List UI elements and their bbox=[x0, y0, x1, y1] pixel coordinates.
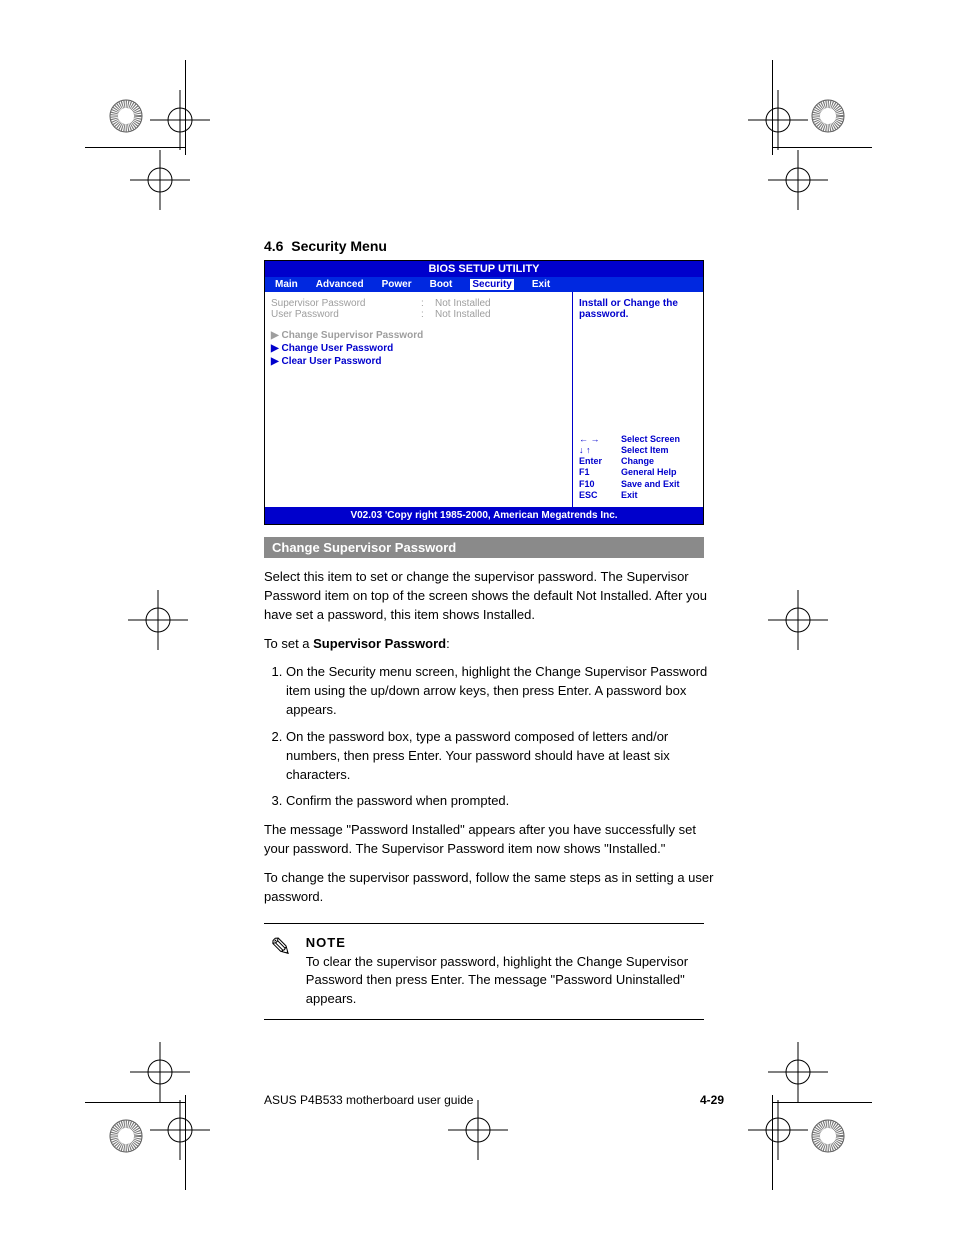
crop-line bbox=[85, 147, 185, 148]
bios-context-help: Install or Change the password. bbox=[579, 298, 697, 320]
body-paragraph: To set a Supervisor Password: bbox=[264, 635, 724, 654]
registration-crosshair-icon bbox=[448, 1100, 508, 1160]
registration-crosshair-icon bbox=[768, 590, 828, 650]
body-paragraph: Select this item to set or change the su… bbox=[264, 568, 724, 625]
bios-tab-advanced[interactable]: Advanced bbox=[316, 279, 364, 290]
bios-nav-help: ← →Select Screen ↓ ↑Select Item EnterCha… bbox=[579, 434, 697, 502]
bios-tab-main[interactable]: Main bbox=[275, 279, 298, 290]
registration-crosshair-icon bbox=[128, 590, 188, 650]
registration-globe-icon bbox=[108, 1118, 144, 1154]
bios-tab-exit[interactable]: Exit bbox=[532, 279, 550, 290]
triangle-right-icon: ▶ bbox=[271, 356, 279, 367]
bios-footer: V02.03 'Copy right 1985-2000, American M… bbox=[265, 507, 703, 524]
menu-clear-user-password[interactable]: ▶ Clear User Password bbox=[271, 356, 566, 367]
registration-crosshair-icon bbox=[130, 150, 190, 210]
menu-change-supervisor-password[interactable]: ▶ Change Supervisor Password bbox=[271, 330, 566, 341]
page-footer: ASUS P4B533 motherboard user guide 4-29 bbox=[264, 1093, 724, 1107]
registration-crosshair-icon bbox=[768, 1042, 828, 1102]
bios-right-pane: Install or Change the password. ← →Selec… bbox=[573, 292, 703, 507]
menu-change-user-password[interactable]: ▶ Change User Password bbox=[271, 343, 566, 354]
steps-list: On the Security menu screen, highlight t… bbox=[264, 663, 724, 811]
bios-screenshot: BIOS SETUP UTILITY Main Advanced Power B… bbox=[264, 260, 704, 525]
section-number: 4.6 Security Menu bbox=[264, 238, 724, 254]
subsection-heading: Change Supervisor Password bbox=[264, 537, 704, 558]
registration-globe-icon bbox=[810, 98, 846, 134]
crop-line bbox=[772, 147, 872, 148]
footer-left: ASUS P4B533 motherboard user guide bbox=[264, 1093, 473, 1107]
crop-line bbox=[185, 60, 186, 155]
step-item: Confirm the password when prompted. bbox=[286, 792, 724, 811]
supervisor-password-value: Not Installed bbox=[435, 298, 491, 309]
bios-left-pane: Supervisor Password : Not Installed User… bbox=[265, 292, 573, 507]
triangle-right-icon: ▶ bbox=[271, 343, 279, 354]
note-text: To clear the supervisor password, highli… bbox=[306, 953, 698, 1010]
page-content: 4.6 Security Menu BIOS SETUP UTILITY Mai… bbox=[264, 238, 724, 1036]
user-password-label: User Password bbox=[271, 309, 421, 320]
bios-tab-boot[interactable]: Boot bbox=[430, 279, 453, 290]
bios-tab-security[interactable]: Security bbox=[470, 279, 513, 290]
registration-crosshair-icon bbox=[130, 1042, 190, 1102]
user-password-value: Not Installed bbox=[435, 309, 491, 320]
step-item: On the password box, type a password com… bbox=[286, 728, 724, 785]
registration-globe-icon bbox=[108, 98, 144, 134]
registration-crosshair-icon bbox=[150, 90, 210, 150]
crop-line bbox=[772, 60, 773, 155]
registration-globe-icon bbox=[810, 1118, 846, 1154]
bios-tab-power[interactable]: Power bbox=[382, 279, 412, 290]
registration-crosshair-icon bbox=[768, 150, 828, 210]
registration-crosshair-icon bbox=[748, 1100, 808, 1160]
registration-crosshair-icon bbox=[150, 1100, 210, 1160]
bios-tab-row: Main Advanced Power Boot Security Exit bbox=[265, 277, 703, 292]
triangle-right-icon: ▶ bbox=[271, 330, 279, 341]
body-paragraph: To change the supervisor password, follo… bbox=[264, 869, 724, 907]
pencil-note-icon: ✎ bbox=[270, 934, 292, 1009]
note-label: NOTE bbox=[306, 934, 698, 953]
supervisor-password-label: Supervisor Password bbox=[271, 298, 421, 309]
note-box: ✎ NOTE To clear the supervisor password,… bbox=[264, 923, 704, 1020]
step-item: On the Security menu screen, highlight t… bbox=[286, 663, 724, 720]
body-paragraph: The message "Password Installed" appears… bbox=[264, 821, 724, 859]
bios-title-bar: BIOS SETUP UTILITY bbox=[265, 261, 703, 277]
registration-crosshair-icon bbox=[748, 90, 808, 150]
footer-page-number: 4-29 bbox=[700, 1093, 724, 1107]
